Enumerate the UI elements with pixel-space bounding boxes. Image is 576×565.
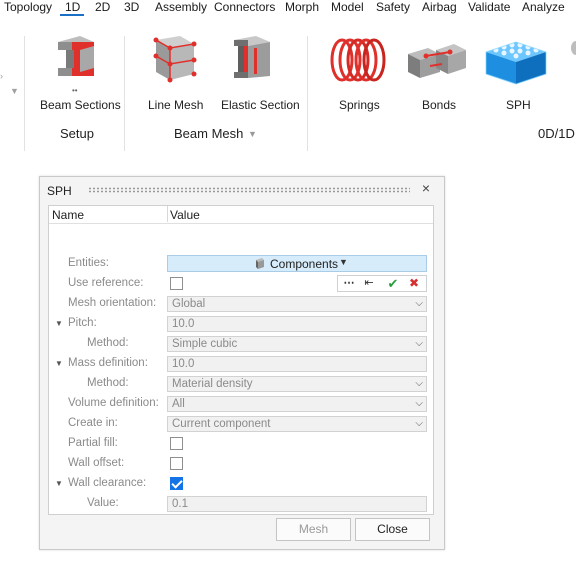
menu-1d[interactable]: 1D [65, 0, 80, 15]
mass-definition-collapse-icon[interactable]: ▼ [55, 359, 63, 368]
pitch-method-label: Method: [87, 337, 129, 349]
chevron-down-icon: ⌵ [415, 338, 423, 349]
beam-mesh-expand-icon[interactable]: ▼ [248, 129, 257, 139]
wall-clearance-label: Wall clearance: [68, 477, 147, 489]
mesh-orientation-value: Global [172, 298, 206, 310]
ribbon: › ▼ •• Beam Sections Setup Line Mesh Ela… [0, 16, 576, 151]
beam-sections-more-icon: •• [72, 86, 78, 95]
bonds-icon[interactable] [406, 36, 468, 84]
partial-fill-label: Partial fill: [68, 437, 118, 449]
entities-value: Components [270, 257, 339, 271]
entities-selector[interactable]: Components ▼ [167, 255, 427, 272]
reset-selection-icon[interactable]: ⇤ [360, 276, 378, 291]
elastic-section-button-label[interactable]: Elastic Section [221, 98, 300, 112]
menu-3d[interactable]: 3D [124, 0, 139, 15]
line-mesh-button-label[interactable]: Line Mesh [148, 98, 203, 112]
partial-tool-icon[interactable] [568, 40, 576, 56]
scroll-left-icon[interactable]: › [0, 71, 3, 81]
bonds-button-label[interactable]: Bonds [422, 98, 456, 112]
sph-icon[interactable] [482, 34, 550, 86]
component-cube-icon [256, 258, 264, 269]
close-button[interactable]: Close [355, 518, 430, 541]
menu-assembly[interactable]: Assembly [155, 0, 207, 15]
chevron-down-icon: ⌵ [415, 378, 423, 389]
create-in-label: Create in: [68, 417, 118, 429]
wall-offset-label: Wall offset: [68, 457, 125, 469]
partial-fill-checkbox[interactable] [170, 437, 183, 450]
beam-sections-button-label[interactable]: Beam Sections [40, 98, 121, 112]
pitch-method-select[interactable]: Simple cubic ⌵ [167, 336, 427, 352]
overflow-chevron-icon[interactable]: ▼ [10, 86, 19, 96]
beam-sections-icon[interactable] [50, 32, 102, 84]
ribbon-separator [124, 36, 125, 151]
menu-analyze[interactable]: Analyze [522, 0, 565, 15]
pitch-label: Pitch: [68, 317, 97, 329]
cancel-icon[interactable]: ✖ [405, 276, 423, 291]
line-mesh-icon[interactable] [150, 32, 198, 84]
ribbon-separator [307, 36, 308, 151]
selection-toolbar: ⋯ ⇤ ✔ ✖ [337, 275, 427, 292]
mass-definition-value: 10.0 [172, 358, 195, 370]
wall-clearance-collapse-icon[interactable]: ▼ [55, 479, 63, 488]
pitch-value: 10.0 [172, 318, 195, 330]
menu-2d[interactable]: 2D [95, 0, 110, 15]
column-divider[interactable] [167, 206, 168, 222]
entities-label: Entities: [68, 257, 109, 269]
use-reference-label: Use reference: [68, 277, 144, 289]
elastic-section-icon[interactable] [228, 32, 276, 84]
menu-safety[interactable]: Safety [376, 0, 410, 15]
sph-button-label[interactable]: SPH [506, 98, 531, 112]
volume-definition-label: Volume definition: [68, 397, 159, 409]
menu-topology[interactable]: Topology [4, 0, 52, 15]
springs-button-label[interactable]: Springs [339, 98, 380, 112]
group-label-beam-mesh: Beam Mesh [174, 126, 244, 141]
wall-clearance-checkbox[interactable] [170, 477, 183, 490]
property-table: Name Value Entities: Components ▼ Use re… [48, 205, 434, 515]
dialog-drag-handle[interactable] [88, 187, 410, 193]
mass-method-select[interactable]: Material density ⌵ [167, 376, 427, 392]
column-header-value: Value [170, 208, 200, 222]
sph-dialog: SPH × Name Value Entities: Components ▼ … [39, 176, 445, 550]
chevron-down-icon: ⌵ [415, 418, 423, 429]
dialog-title: SPH [47, 184, 72, 198]
clearance-value-input[interactable]: 0.1 [167, 496, 427, 512]
mass-method-value: Material density [172, 378, 253, 390]
volume-definition-value: All [172, 398, 185, 410]
mass-method-label: Method: [87, 377, 129, 389]
mass-definition-input[interactable]: 10.0 [167, 356, 427, 372]
group-label-0d-1d: 0D/1D [538, 126, 575, 141]
menu-bar: Topology 1D 2D 3D Assembly Connectors Mo… [0, 0, 576, 16]
column-header-name: Name [52, 208, 85, 222]
use-reference-checkbox[interactable] [170, 277, 183, 290]
header-divider [49, 223, 433, 224]
menu-morph[interactable]: Morph [285, 0, 319, 15]
menu-airbag[interactable]: Airbag [422, 0, 457, 15]
pitch-collapse-icon[interactable]: ▼ [55, 319, 63, 328]
volume-definition-select[interactable]: All ⌵ [167, 396, 427, 412]
mesh-orientation-select[interactable]: Global ⌵ [167, 296, 427, 312]
accept-icon[interactable]: ✔ [384, 276, 402, 291]
entities-dropdown-icon[interactable]: ▼ [339, 257, 348, 267]
menu-connectors[interactable]: Connectors [214, 0, 275, 15]
dialog-close-icon[interactable]: × [419, 181, 433, 195]
menu-validate[interactable]: Validate [468, 0, 510, 15]
wall-offset-checkbox[interactable] [170, 457, 183, 470]
ribbon-separator [24, 36, 25, 151]
chevron-down-icon: ⌵ [415, 398, 423, 409]
clearance-value: 0.1 [172, 498, 188, 510]
menu-model[interactable]: Model [331, 0, 364, 15]
clearance-value-label: Value: [87, 497, 119, 509]
more-options-icon[interactable]: ⋯ [340, 276, 358, 291]
group-label-setup: Setup [60, 126, 94, 141]
springs-icon[interactable] [328, 36, 386, 84]
create-in-select[interactable]: Current component ⌵ [167, 416, 427, 432]
mesh-button[interactable]: Mesh [276, 518, 351, 541]
pitch-method-value: Simple cubic [172, 338, 238, 350]
mass-definition-label: Mass definition: [68, 357, 148, 369]
create-in-value: Current component [172, 418, 271, 430]
chevron-down-icon: ⌵ [415, 298, 423, 309]
pitch-input[interactable]: 10.0 [167, 316, 427, 332]
mesh-orientation-label: Mesh orientation: [68, 297, 157, 309]
